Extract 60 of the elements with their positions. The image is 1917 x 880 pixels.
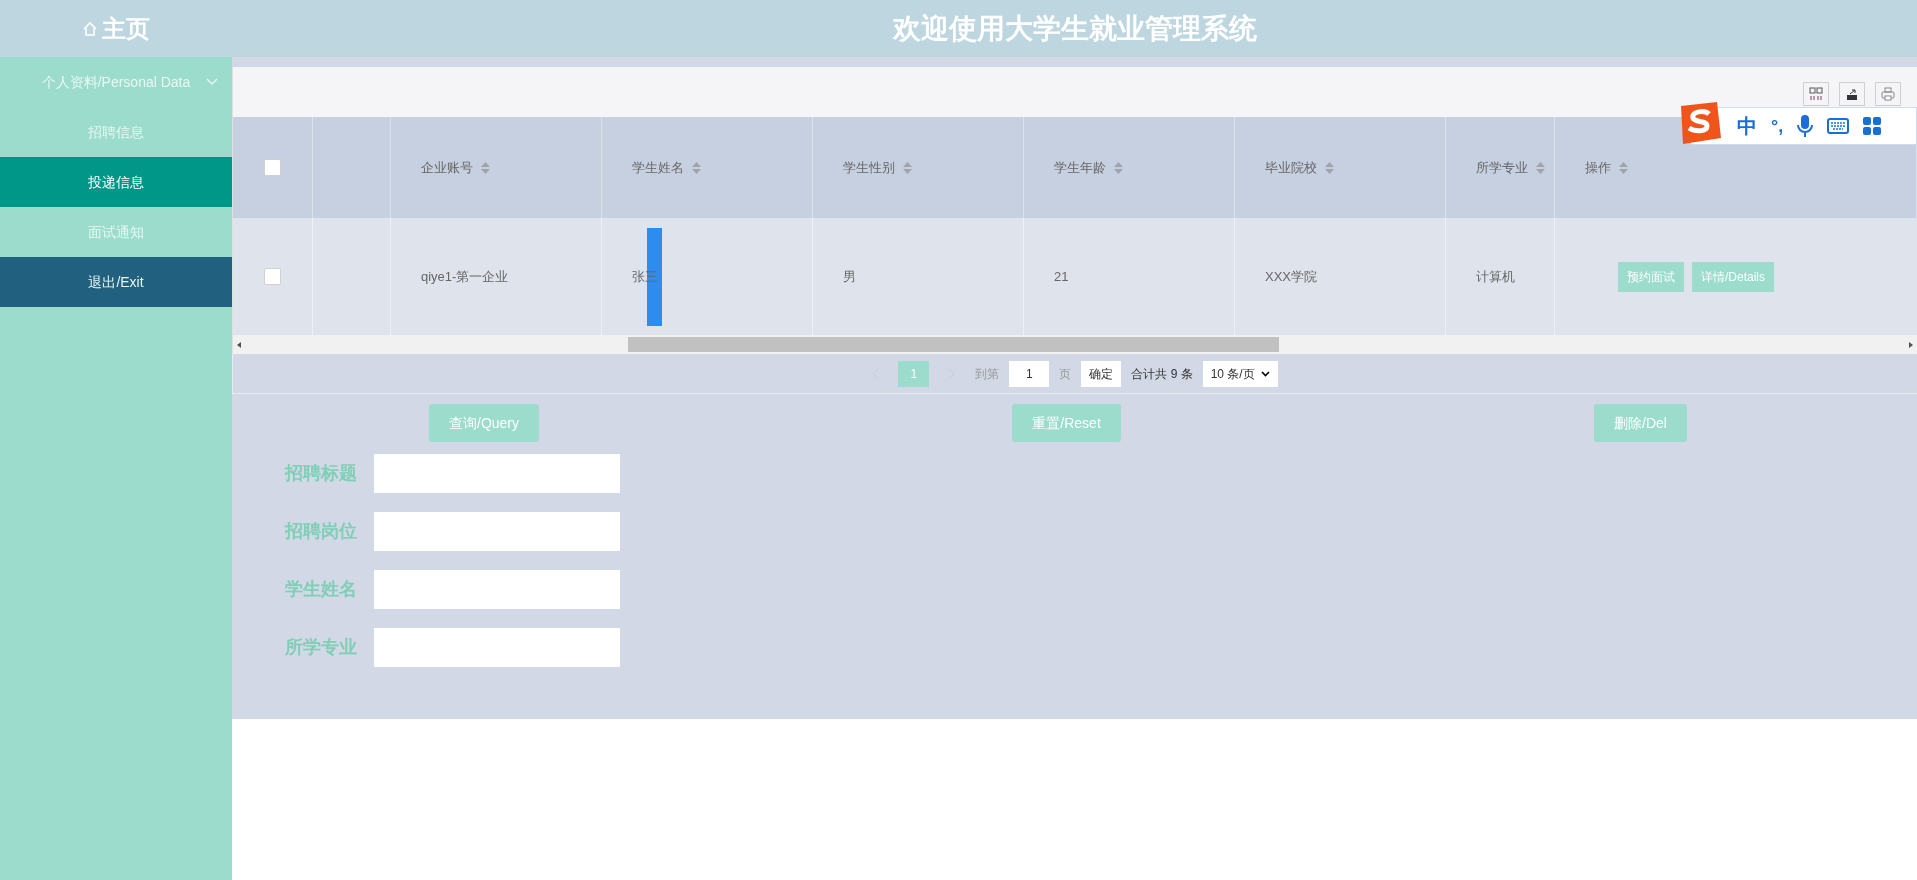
input-field[interactable] [374, 454, 620, 493]
horizontal-scrollbar[interactable] [233, 335, 1917, 354]
details-button[interactable]: 详情/Details [1692, 261, 1774, 292]
apps-icon[interactable] [1863, 117, 1882, 135]
column-header: 操作 [1585, 158, 1611, 177]
sort-icon[interactable] [903, 161, 912, 174]
chevron-icon[interactable] [206, 78, 218, 86]
table-cell-text: 21 [1054, 267, 1069, 286]
sort-icon[interactable] [1619, 161, 1628, 174]
column-header: 毕业院校 [1265, 158, 1317, 177]
printer-icon [1881, 87, 1895, 101]
table-cell-text: XXX学院 [1265, 267, 1317, 286]
field-label: 招聘标题 [285, 462, 358, 485]
sort-icon[interactable] [1114, 161, 1123, 174]
total-count: 合计共 9 条 [1131, 365, 1193, 383]
export-button[interactable] [1839, 82, 1865, 106]
page-size-select[interactable]: 10 条/页 [1202, 360, 1278, 387]
column-header: 学生性别 [843, 158, 895, 177]
ime-mode[interactable]: 中 [1737, 111, 1757, 141]
checkbox[interactable] [263, 268, 281, 285]
query-button[interactable]: 查询/Query [429, 404, 539, 442]
dropdown-icon [1260, 370, 1270, 377]
reset-button[interactable]: 重置/Reset [1012, 404, 1121, 442]
export-icon [1845, 87, 1859, 101]
page-number[interactable]: 1 [898, 360, 930, 387]
sort-icon[interactable] [692, 161, 701, 174]
keyboard-icon[interactable] [1827, 118, 1850, 134]
column-header: 所学专业 [1476, 158, 1528, 177]
table-cell-text: 计算机 [1476, 267, 1515, 286]
column-header: 学生年龄 [1054, 158, 1106, 177]
columns-button[interactable] [1803, 82, 1829, 106]
sort-icon[interactable] [1536, 161, 1545, 174]
column-header: 企业账号 [421, 158, 473, 177]
page-title: 欢迎使用大学生就业管理系统 [892, 11, 1257, 46]
field-label: 招聘岗位 [285, 520, 358, 543]
page-unit: 页 [1059, 365, 1072, 383]
input-field[interactable] [374, 570, 620, 609]
delete-button[interactable]: 删除/Del [1594, 404, 1687, 442]
microphone-icon[interactable] [1797, 115, 1814, 137]
table-cell-text: 男 [843, 267, 856, 286]
sidebar-item[interactable]: 投递信息 [0, 157, 232, 207]
page-input[interactable]: 1 [1009, 360, 1050, 387]
sort-icon[interactable] [481, 161, 490, 174]
sort-icon[interactable] [1325, 161, 1334, 174]
field-label: 所学专业 [285, 636, 358, 659]
home-icon [82, 20, 98, 37]
column-header: 学生姓名 [632, 158, 684, 177]
field-label: 学生姓名 [285, 578, 358, 601]
print-button[interactable] [1875, 82, 1901, 106]
confirm-button[interactable]: 确定 [1081, 360, 1122, 387]
input-field[interactable] [374, 512, 620, 551]
table-cell-text: qiye1-第一企业 [421, 267, 509, 286]
schedule-interview-button[interactable]: 预约面试 [1618, 261, 1684, 292]
grid-icon [1809, 87, 1823, 101]
input-field[interactable] [374, 628, 620, 667]
goto-label: 到第 [975, 365, 1000, 383]
checkbox[interactable] [263, 159, 281, 176]
sidebar-item[interactable]: 退出/Exit [0, 257, 232, 307]
ime-punctuation[interactable]: °, [1771, 112, 1784, 140]
home-link[interactable]: 主页 [102, 10, 150, 47]
